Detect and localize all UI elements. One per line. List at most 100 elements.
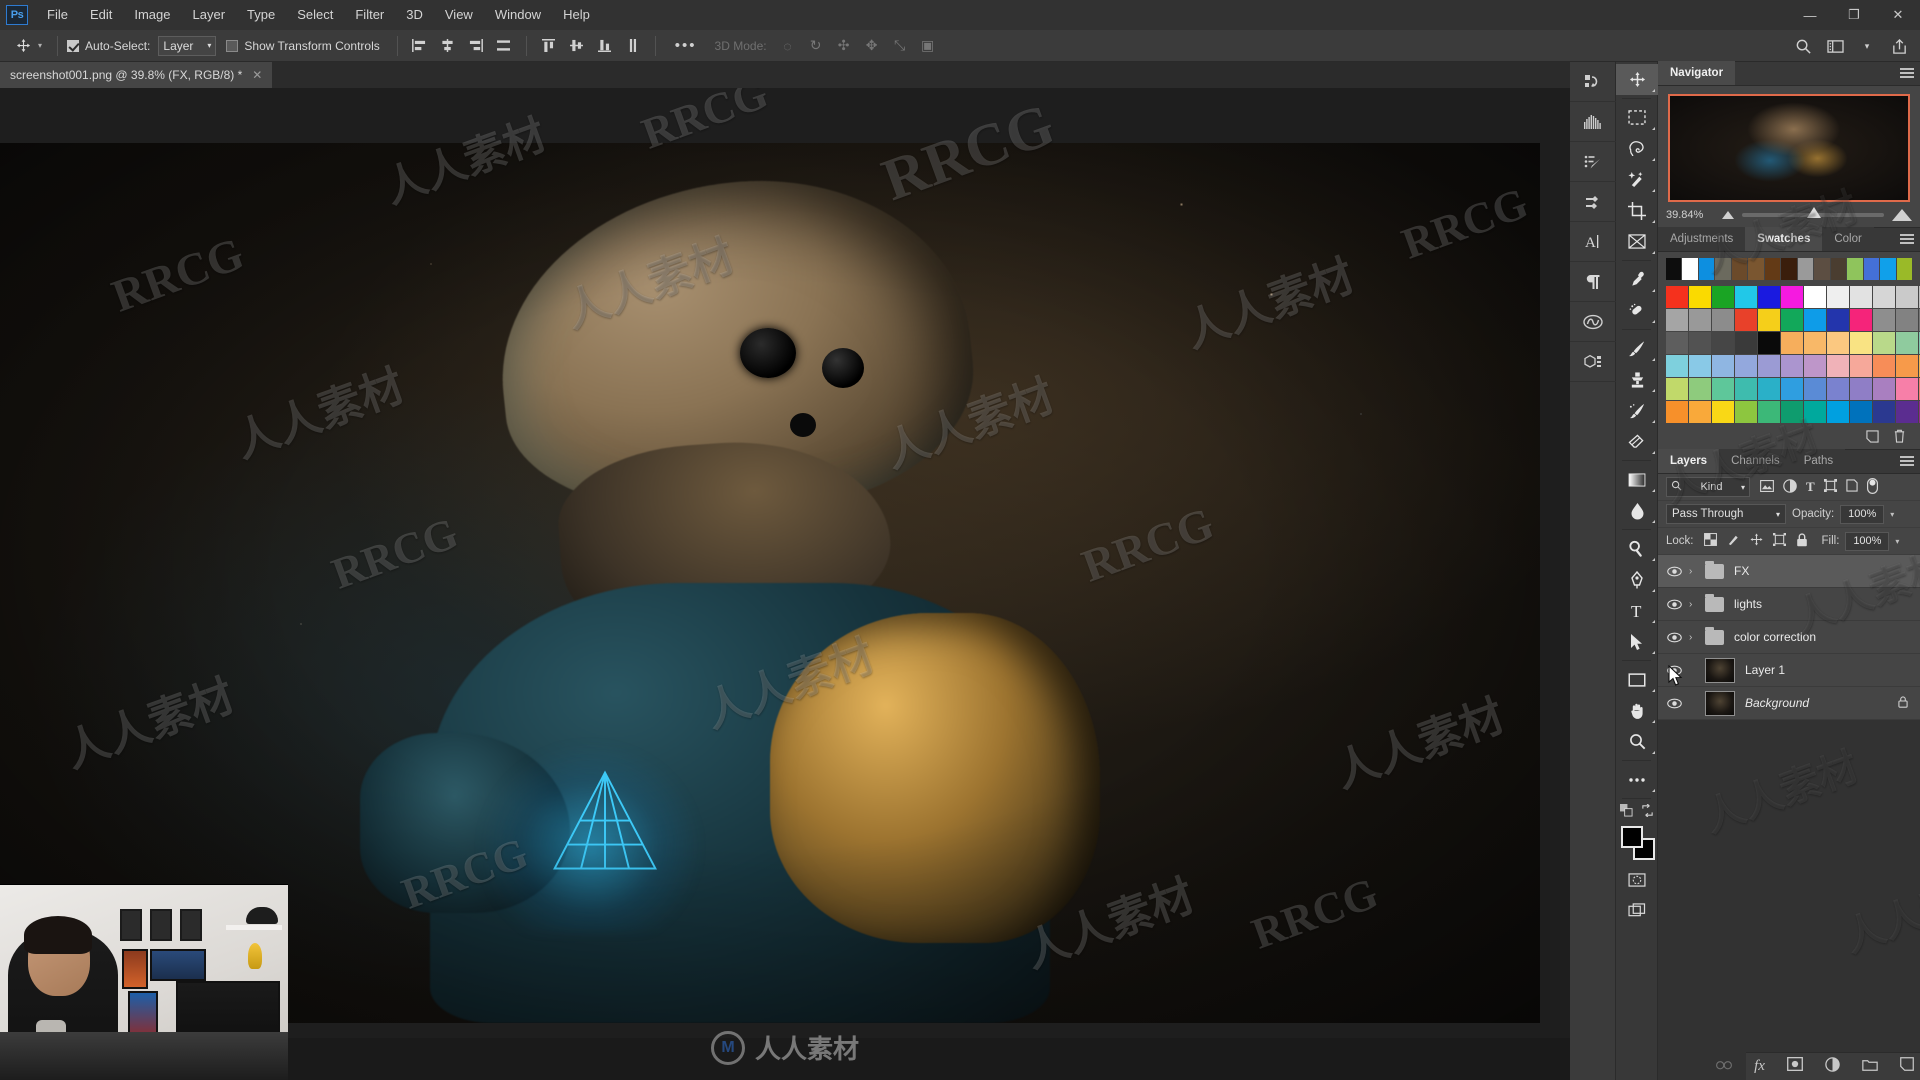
recent-swatch[interactable] — [1748, 258, 1764, 280]
zoom-tool-icon[interactable] — [1616, 726, 1658, 757]
color-swatch[interactable] — [1735, 378, 1757, 400]
layer-style-fx-icon[interactable]: fx — [1754, 1058, 1765, 1075]
color-swatch[interactable] — [1758, 332, 1780, 354]
3d-panel-icon[interactable] — [1570, 342, 1616, 382]
zoom-slider[interactable] — [1742, 206, 1884, 218]
color-swatch[interactable] — [1666, 309, 1688, 331]
swap-colors-icon[interactable] — [1641, 803, 1654, 822]
layer-visibility-icon[interactable] — [1666, 566, 1683, 577]
color-swatch[interactable] — [1827, 355, 1849, 377]
color-swatch[interactable] — [1873, 378, 1895, 400]
eraser-tool-icon[interactable] — [1616, 426, 1658, 457]
color-swatch[interactable] — [1873, 401, 1895, 423]
color-swatch[interactable] — [1781, 401, 1803, 423]
navigator-zoom-value[interactable]: 39.84% — [1666, 209, 1714, 221]
recent-swatch[interactable] — [1715, 258, 1731, 280]
color-swatch[interactable] — [1896, 332, 1918, 354]
color-swatch[interactable] — [1873, 286, 1895, 308]
color-swatch[interactable] — [1804, 309, 1826, 331]
roll-3d-icon[interactable]: ↻ — [803, 34, 829, 58]
color-swatch[interactable] — [1666, 332, 1688, 354]
zoom-slider-knob[interactable] — [1807, 206, 1822, 218]
color-swatch[interactable] — [1850, 355, 1872, 377]
new-adjustment-layer-icon[interactable] — [1825, 1056, 1840, 1077]
layer-name[interactable]: color correction — [1734, 630, 1816, 644]
color-swatch[interactable] — [1850, 309, 1872, 331]
color-swatch[interactable] — [1850, 332, 1872, 354]
move-tool-icon[interactable] — [1616, 64, 1658, 95]
menu-item-layer[interactable]: Layer — [182, 0, 237, 30]
fill-chevron-icon[interactable]: ▾ — [1895, 537, 1899, 546]
tab-swatches[interactable]: Swatches — [1745, 227, 1823, 251]
recent-swatch[interactable] — [1781, 258, 1797, 280]
menu-item-file[interactable]: File — [36, 0, 79, 30]
align-right-edges-icon[interactable] — [463, 34, 489, 58]
color-swatch[interactable] — [1712, 286, 1734, 308]
tab-channels[interactable]: Channels — [1719, 449, 1792, 473]
color-swatch[interactable] — [1850, 401, 1872, 423]
document-tab[interactable]: screenshot001.png @ 39.8% (FX, RGB/8) * … — [0, 62, 274, 88]
distribute-horizontal-icon[interactable] — [491, 34, 517, 58]
panel-menu-icon[interactable] — [1900, 456, 1914, 469]
color-swatch[interactable] — [1758, 286, 1780, 308]
color-swatch[interactable] — [1735, 332, 1757, 354]
color-swatch[interactable] — [1689, 332, 1711, 354]
layer-thumbnail[interactable] — [1705, 690, 1735, 716]
color-swatch[interactable] — [1804, 286, 1826, 308]
clone-stamp-tool-icon[interactable] — [1616, 364, 1658, 395]
paragraph-panel-icon[interactable] — [1570, 262, 1616, 302]
opacity-value[interactable]: 100% — [1840, 504, 1885, 524]
share-icon[interactable] — [1884, 33, 1914, 59]
distribute-vertical-icon[interactable] — [620, 34, 646, 58]
color-swatch[interactable] — [1735, 309, 1757, 331]
workspace-icon[interactable] — [1820, 33, 1850, 59]
layer-visibility-icon[interactable] — [1666, 632, 1683, 643]
color-swatch[interactable] — [1712, 355, 1734, 377]
recent-swatch[interactable] — [1880, 258, 1896, 280]
cc-libraries-icon[interactable] — [1570, 302, 1616, 342]
color-swatch[interactable] — [1804, 332, 1826, 354]
color-swatch[interactable] — [1804, 378, 1826, 400]
menu-item-type[interactable]: Type — [236, 0, 286, 30]
color-swatch[interactable] — [1804, 401, 1826, 423]
new-swatch-icon[interactable] — [1866, 429, 1879, 448]
recent-swatch[interactable] — [1814, 258, 1830, 280]
lock-artboard-icon[interactable] — [1772, 533, 1786, 549]
default-colors-icon[interactable] — [1619, 804, 1633, 822]
color-swatch[interactable] — [1873, 332, 1895, 354]
color-swatch[interactable] — [1896, 286, 1918, 308]
history-panel-icon[interactable] — [1570, 62, 1616, 102]
lock-position-icon[interactable] — [1749, 533, 1763, 549]
actions-panel-icon[interactable] — [1570, 142, 1616, 182]
recent-swatch[interactable] — [1731, 258, 1748, 280]
layer-visibility-icon[interactable] — [1666, 599, 1683, 610]
color-swatch[interactable] — [1827, 401, 1849, 423]
color-swatch[interactable] — [1781, 309, 1803, 331]
spot-healing-brush-tool-icon[interactable] — [1616, 295, 1658, 326]
filter-kind-select[interactable]: Kind ▾ — [1666, 477, 1750, 497]
delete-swatch-icon[interactable] — [1893, 429, 1906, 448]
camera-3d-icon[interactable]: ▣ — [915, 34, 941, 58]
panel-menu-icon[interactable] — [1900, 234, 1914, 247]
align-horizontal-centers-icon[interactable] — [435, 34, 461, 58]
hand-tool-icon[interactable] — [1616, 695, 1658, 726]
brush-tool-icon[interactable] — [1616, 333, 1658, 364]
recent-swatch[interactable] — [1847, 258, 1863, 280]
menu-item-filter[interactable]: Filter — [344, 0, 395, 30]
layer-name[interactable]: FX — [1734, 564, 1749, 578]
layer-name[interactable]: Layer 1 — [1745, 663, 1785, 677]
foreground-color-swatch[interactable] — [1621, 826, 1643, 848]
auto-select-scope-select[interactable]: Layer ▾ — [158, 35, 217, 56]
chevron-down-icon[interactable]: ▾ — [1852, 33, 1882, 59]
recent-swatch[interactable] — [1863, 258, 1880, 280]
color-swatch[interactable] — [1781, 355, 1803, 377]
tab-paths[interactable]: Paths — [1791, 449, 1846, 473]
color-swatch[interactable] — [1804, 355, 1826, 377]
close-button[interactable]: ✕ — [1876, 0, 1920, 30]
lasso-tool-icon[interactable] — [1616, 133, 1658, 164]
zoom-in-icon[interactable] — [1892, 208, 1912, 221]
history-brush-tool-icon[interactable] — [1616, 395, 1658, 426]
pen-tool-icon[interactable] — [1616, 564, 1658, 595]
lock-image-pixels-icon[interactable] — [1727, 533, 1740, 549]
move-tool-icon[interactable] — [10, 34, 36, 58]
